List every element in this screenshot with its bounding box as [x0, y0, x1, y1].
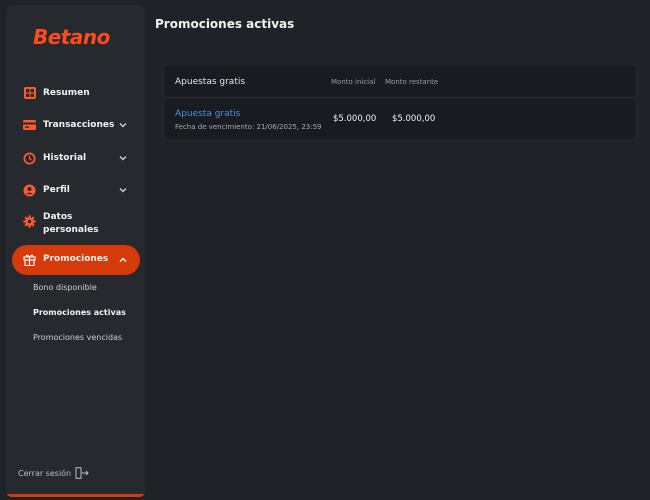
sidebar-item-datos-personales[interactable]: Datos personales: [6, 211, 145, 239]
sidebar-item-label-line2: personales: [43, 225, 99, 235]
sidebar-item-resumen[interactable]: Resumen: [6, 81, 145, 105]
user-icon: [23, 184, 36, 197]
sidebar-item-promociones[interactable]: Promociones: [12, 245, 140, 275]
chevron-down-icon[interactable]: [119, 154, 127, 162]
betano-logo[interactable]: Betano: [33, 25, 110, 49]
promotion-remaining-amount: $5.000,00: [392, 114, 436, 124]
promotion-initial-amount: $5.000,00: [333, 114, 377, 124]
promotion-expiry: Fecha de vencimiento: 21/06/2025, 23:59: [175, 123, 322, 131]
sidebar: Betano Resumen Transacciones Historial P…: [6, 5, 145, 497]
sidebar-item-label: Promociones: [43, 254, 109, 264]
gift-icon: [23, 253, 36, 266]
sidebar-item-transacciones[interactable]: Transacciones: [6, 113, 145, 137]
sidebar-item-label-line1: Datos: [43, 212, 73, 222]
card-icon: [23, 119, 36, 132]
logout-icon: [75, 467, 89, 479]
logout-button[interactable]: Cerrar sesión: [18, 467, 89, 479]
submenu-promociones-vencidas[interactable]: Promociones vencidas: [33, 333, 122, 342]
sidebar-accent-bar: [6, 494, 145, 497]
page-title: Promociones activas: [155, 17, 295, 31]
sidebar-item-label: Historial: [43, 152, 87, 163]
promotion-name-link[interactable]: Apuesta gratis: [175, 109, 240, 119]
logout-label: Cerrar sesión: [18, 468, 72, 478]
submenu-promociones-activas[interactable]: Promociones activas: [33, 308, 126, 317]
chevron-up-icon[interactable]: [119, 256, 127, 264]
sidebar-item-label: Resumen: [43, 87, 90, 98]
chevron-down-icon[interactable]: [119, 186, 127, 194]
chevron-down-icon[interactable]: [119, 121, 127, 129]
submenu-bono-disponible[interactable]: Bono disponible: [33, 283, 97, 292]
sidebar-item-historial[interactable]: Historial: [6, 146, 145, 170]
sidebar-item-label: Transacciones: [43, 119, 115, 130]
column-header-initial: Monto inicial: [331, 78, 376, 86]
sidebar-item-label: Perfil: [43, 184, 70, 195]
sidebar-item-perfil[interactable]: Perfil: [6, 178, 145, 202]
table-header: Apuestas gratis Monto inicial Monto rest…: [165, 65, 635, 98]
column-header-remaining: Monto restante: [385, 78, 439, 86]
history-icon: [23, 152, 36, 165]
grid-icon: [23, 87, 36, 100]
gear-icon: [23, 215, 36, 228]
promotions-table: Apuestas gratis Monto inicial Monto rest…: [165, 65, 635, 139]
column-header-name: Apuestas gratis: [175, 77, 246, 87]
